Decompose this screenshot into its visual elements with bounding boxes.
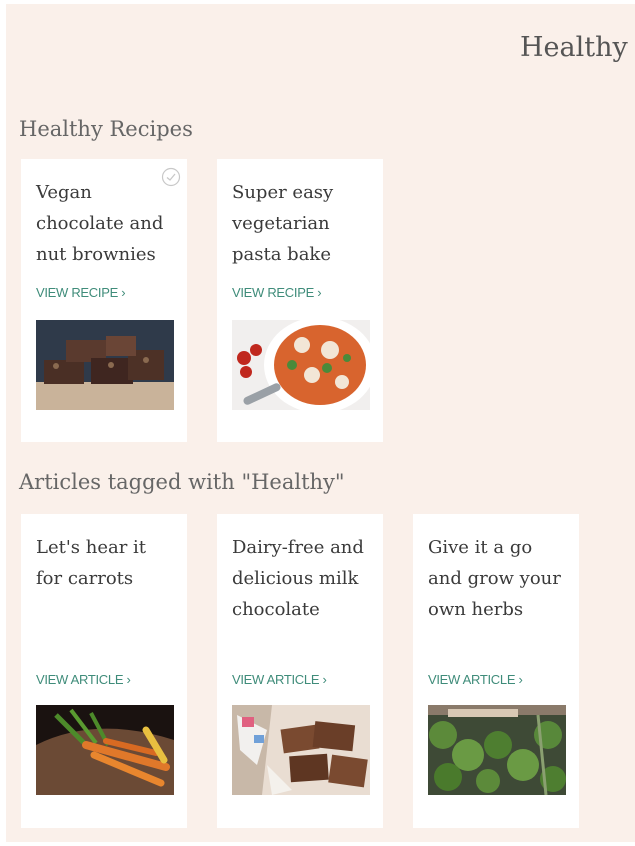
- recipes-heading: Healthy Recipes: [19, 117, 193, 141]
- view-article-link[interactable]: VIEW ARTICLE ›: [232, 672, 327, 687]
- pasta-bake-photo[interactable]: [232, 320, 370, 410]
- articles-heading: Articles tagged with "Healthy": [19, 470, 345, 494]
- view-recipe-link[interactable]: VIEW RECIPE ›: [36, 285, 126, 300]
- brownies-photo[interactable]: [36, 320, 174, 410]
- article-title[interactable]: Let's hear it for carrots: [36, 532, 176, 594]
- article-card-chocolate[interactable]: Dairy-free and delicious milk chocolate …: [217, 514, 383, 828]
- herbs-photo[interactable]: [428, 705, 566, 795]
- article-card-carrots[interactable]: Let's hear it for carrots VIEW ARTICLE ›: [21, 514, 187, 828]
- recipe-title[interactable]: Vegan chocolate and nut brownies: [36, 177, 176, 270]
- carrots-photo[interactable]: [36, 705, 174, 795]
- view-article-link[interactable]: VIEW ARTICLE ›: [36, 672, 131, 687]
- view-recipe-link[interactable]: VIEW RECIPE ›: [232, 285, 322, 300]
- view-article-link[interactable]: VIEW ARTICLE ›: [428, 672, 523, 687]
- recipe-card-pasta[interactable]: Super easy vegetarian pasta bake VIEW RE…: [217, 159, 383, 442]
- recipe-title[interactable]: Super easy vegetarian pasta bake: [232, 177, 372, 270]
- recipe-card-brownies[interactable]: Vegan chocolate and nut brownies VIEW RE…: [21, 159, 187, 442]
- page: Healthy Healthy Recipes Vegan chocolate …: [6, 4, 635, 842]
- article-title[interactable]: Give it a go and grow your own herbs: [428, 532, 568, 625]
- article-title[interactable]: Dairy-free and delicious milk chocolate: [232, 532, 372, 625]
- page-title: Healthy: [520, 32, 628, 63]
- chocolate-photo[interactable]: [232, 705, 370, 795]
- article-card-herbs[interactable]: Give it a go and grow your own herbs VIE…: [413, 514, 579, 828]
